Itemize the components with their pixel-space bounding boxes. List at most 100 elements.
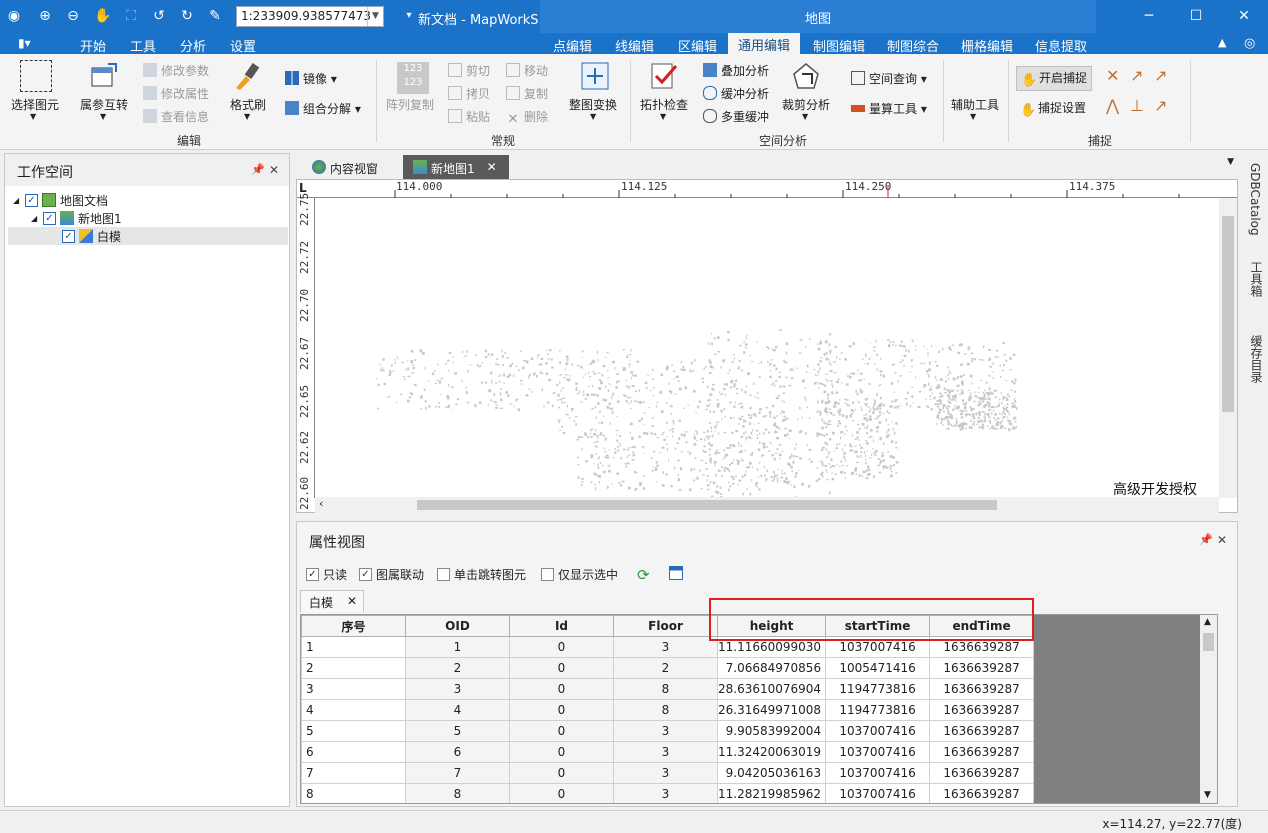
chevron-down-icon[interactable]: ▼ [590,112,596,121]
pin-icon[interactable]: 📌 [1199,533,1213,546]
snap-endpoint-icon[interactable]: ↗ [1130,66,1143,85]
checkbox-box[interactable]: ✓ [359,568,372,581]
tab-start[interactable]: 开始 [80,36,106,55]
table-cell[interactable]: 1636639287 [929,783,1035,803]
close-icon[interactable]: ✕ [487,160,497,174]
measure-button[interactable]: 量算工具 ▾ [851,100,927,117]
map-view[interactable]: L 114.000 114.125 114.250 114.375 22.75 … [296,179,1238,513]
file-menu-button[interactable]: ▮▾ [18,36,31,50]
tab-info-extract[interactable]: 信息提取 [1035,36,1087,55]
multi-buffer-button[interactable]: 多重缓冲 [703,108,769,125]
table-cell[interactable]: 1636639287 [929,720,1035,742]
click-jump-checkbox[interactable]: 单击跳转图元 [437,566,526,583]
tab-list-icon[interactable]: ▼ [1227,157,1234,167]
full-extent-icon[interactable]: ⛶ [120,5,142,27]
table-cell[interactable]: 5 [301,720,406,742]
customize-quick-access-icon[interactable]: ▾ [398,4,420,26]
move-button[interactable]: 移动 [506,62,548,79]
table-cell[interactable]: 11.28219985962 [716,783,827,803]
readonly-checkbox[interactable]: ✓ 只读 [306,566,347,583]
collapse-arrow-icon[interactable]: ◢ [31,214,43,223]
scroll-up-icon[interactable]: ▲ [1204,617,1211,627]
checkbox-box[interactable]: ✓ [306,568,319,581]
table-cell[interactable]: 7 [301,762,406,784]
tab-analysis[interactable]: 分析 [180,36,206,55]
duplicate-button[interactable]: 复制 [506,85,548,102]
previous-view-icon[interactable]: ↺ [148,5,170,27]
table-row[interactable]: 6 6 0 3 11.32420063019 1037007416 1636639287 [301,741,1035,763]
toolbox-tab[interactable]: 工具箱 [1248,261,1265,297]
start-snap-button[interactable]: ✋ 开启捕捉 [1016,66,1093,91]
table-cell[interactable]: 7 [405,762,510,784]
table-cell[interactable]: 0 [509,741,614,763]
tab-area-edit[interactable]: 区编辑 [678,36,717,55]
snap-intersection-icon[interactable]: ✕ [1106,66,1119,85]
tab-cartography-general[interactable]: 制图综合 [887,36,939,55]
chevron-down-icon[interactable]: ▼ [367,7,383,26]
table-cell[interactable]: 0 [509,699,614,721]
zoom-in-icon[interactable]: ⊕ [34,5,56,27]
topo-check-button[interactable]: 拓扑检查 [640,96,688,113]
scrollbar-thumb[interactable] [1203,633,1214,651]
table-row[interactable]: 7 7 0 3 9.04205036163 1037007416 1636639287 [301,762,1035,784]
table-cell[interactable]: 1037007416 [825,720,931,742]
help-globe-icon[interactable]: ◎ [1244,36,1255,51]
table-cell[interactable]: 3 [613,720,718,742]
view-info-button[interactable]: 查看信息 [143,108,209,125]
scroll-left-icon[interactable]: ‹ [319,497,323,510]
table-cell[interactable]: 2 [613,657,718,679]
table-cell[interactable]: 1636639287 [929,741,1035,763]
table-cell[interactable]: 28.63610076904 [716,678,827,700]
table-cell[interactable]: 3 [405,678,510,700]
buffer-button[interactable]: 缓冲分析 [703,85,769,102]
cut-button[interactable]: 剪切 [448,62,490,79]
table-cell[interactable]: 3 [613,783,718,803]
table-cell[interactable]: 2 [301,657,406,679]
table-cell[interactable]: 3 [613,741,718,763]
tab-general-edit[interactable]: 通用编辑 [728,33,801,54]
table-cell[interactable]: 1636639287 [929,762,1035,784]
tab-tools[interactable]: 工具 [130,36,156,55]
table-row[interactable]: 2 2 0 2 7.06684970856 1005471416 1636639287 [301,657,1035,679]
table-cell[interactable]: 1037007416 [825,741,931,763]
table-cell[interactable]: 1 [301,636,406,658]
snap-nearest-icon[interactable]: ↗ [1154,96,1167,115]
table-cell[interactable]: 9.90583992004 [716,720,827,742]
table-cell[interactable]: 3 [301,678,406,700]
column-header[interactable]: 序号 [301,615,406,637]
table-cell[interactable]: 0 [509,657,614,679]
tab-raster-edit[interactable]: 栅格编辑 [961,36,1013,55]
checkbox[interactable]: ✓ [62,229,75,243]
close-icon[interactable]: ✕ [347,594,357,608]
table-cell[interactable]: 0 [509,720,614,742]
table-cell[interactable]: 5 [405,720,510,742]
select-element-button[interactable]: 选择图元 [11,96,59,113]
chevron-down-icon[interactable]: ▼ [660,112,666,121]
table-cell[interactable]: 6 [405,741,510,763]
table-cell[interactable]: 1037007416 [825,783,931,803]
collapse-ribbon-icon[interactable]: ▲ [1218,36,1226,49]
modify-params-button[interactable]: 修改参数 [143,62,209,79]
table-cell[interactable]: 0 [509,783,614,803]
tree-item-new-map[interactable]: ◢ ✓ 新地图1 [31,209,122,227]
paste-button[interactable]: 粘贴 [448,108,490,125]
next-view-icon[interactable]: ↻ [176,5,198,27]
table-row[interactable]: 3 3 0 8 28.63610076904 1194773816 1636639287 [301,678,1035,700]
table-cell[interactable]: 1194773816 [825,699,931,721]
chevron-down-icon[interactable]: ▼ [30,112,36,121]
table-cell[interactable]: 8 [301,783,406,803]
checkbox[interactable]: ✓ [43,211,56,225]
chevron-down-icon[interactable]: ▼ [100,112,106,121]
table-row[interactable]: 8 8 0 3 11.28219985962 1037007416 1636639287 [301,783,1035,803]
table-row[interactable]: 5 5 0 3 9.90583992004 1037007416 1636639287 [301,720,1035,742]
map-attr-link-checkbox[interactable]: ✓ 图属联动 [359,566,424,583]
array-copy-button[interactable]: 阵列复制 [386,96,434,113]
table-scrollbar[interactable]: ▲ ▼ [1200,615,1217,803]
table-cell[interactable]: 3 [613,762,718,784]
tab-cartography-edit[interactable]: 制图编辑 [813,36,865,55]
column-header[interactable]: Floor [613,615,718,637]
snap-perpendicular-icon[interactable]: ⊥ [1130,96,1144,115]
table-cell[interactable]: 0 [509,762,614,784]
table-cell[interactable]: 1 [405,636,510,658]
checkbox-box[interactable] [437,568,450,581]
